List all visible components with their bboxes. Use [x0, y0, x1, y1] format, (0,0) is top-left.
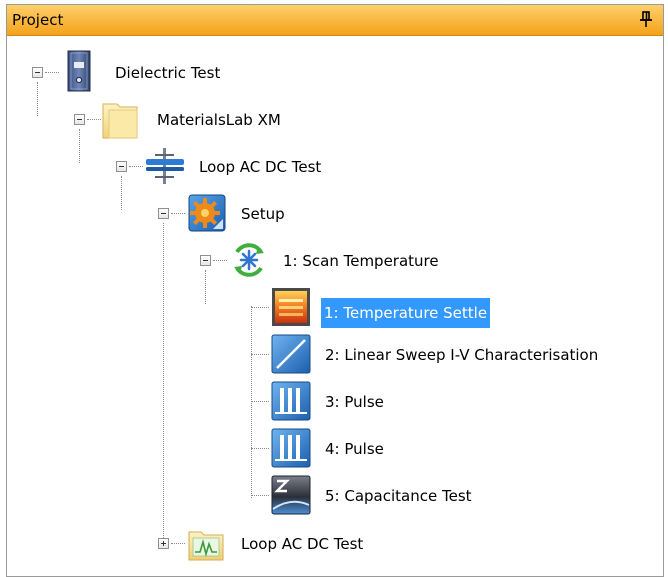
tree-node-label: Loop AC DC Test — [241, 535, 364, 553]
tree-node-label: 5: Capacitance Test — [325, 487, 472, 505]
capacitance-icon — [271, 475, 311, 515]
tree-node-label: Dielectric Test — [115, 64, 221, 82]
tree-node-label: Loop AC DC Test — [199, 158, 322, 176]
tree-connector — [213, 260, 227, 261]
tree-connector — [129, 166, 143, 167]
tree-connector — [251, 401, 269, 402]
panel-title: Project — [12, 11, 64, 29]
tree-node-label: 3: Pulse — [325, 393, 384, 411]
tree-connector — [163, 223, 164, 544]
tree-connector — [251, 495, 269, 496]
tree-connector — [121, 176, 122, 210]
tree-node-label: Setup — [241, 205, 285, 223]
project-tree[interactable]: Dielectric Test MaterialsLab XM Loop AC … — [7, 36, 663, 576]
expand-toggle[interactable] — [158, 538, 169, 549]
collapse-toggle[interactable] — [158, 208, 169, 219]
pin-icon[interactable] — [639, 10, 653, 28]
tree-connector — [251, 354, 269, 355]
tree-node-label: 1: Temperature Settle — [321, 298, 491, 328]
tree-connector — [37, 82, 38, 116]
tree-connector — [171, 543, 185, 544]
collapse-toggle[interactable] — [116, 161, 127, 172]
setup-gear-icon — [187, 193, 226, 233]
tree-node-label: 1: Scan Temperature — [283, 252, 439, 270]
tree-connector — [171, 213, 185, 214]
linear-sweep-icon — [271, 334, 311, 374]
tree-connector — [251, 307, 269, 308]
pulse-icon — [271, 428, 311, 468]
pulse-icon — [271, 381, 311, 421]
scan-temperature-icon — [229, 240, 265, 280]
panel-titlebar: Project — [7, 5, 663, 36]
chart-folder-icon — [187, 524, 224, 564]
tree-node-label: 2: Linear Sweep I-V Characterisation — [325, 346, 599, 364]
project-panel: Project Dielectric Test MaterialsLab XM … — [6, 4, 664, 577]
binder-icon — [57, 50, 93, 92]
folder-icon — [101, 98, 138, 139]
collapse-toggle[interactable] — [32, 67, 43, 78]
collapse-toggle[interactable] — [74, 114, 85, 125]
tree-node-label: MaterialsLab XM — [157, 111, 281, 129]
loop-icon — [145, 146, 184, 186]
temperature-settle-icon — [271, 287, 310, 327]
tree-connector — [205, 270, 206, 304]
tree-connector — [79, 129, 80, 163]
tree-connector — [251, 448, 269, 449]
tree-connector — [87, 119, 101, 120]
tree-connector — [251, 306, 252, 498]
tree-node-label: 4: Pulse — [325, 440, 384, 458]
collapse-toggle[interactable] — [200, 255, 211, 266]
